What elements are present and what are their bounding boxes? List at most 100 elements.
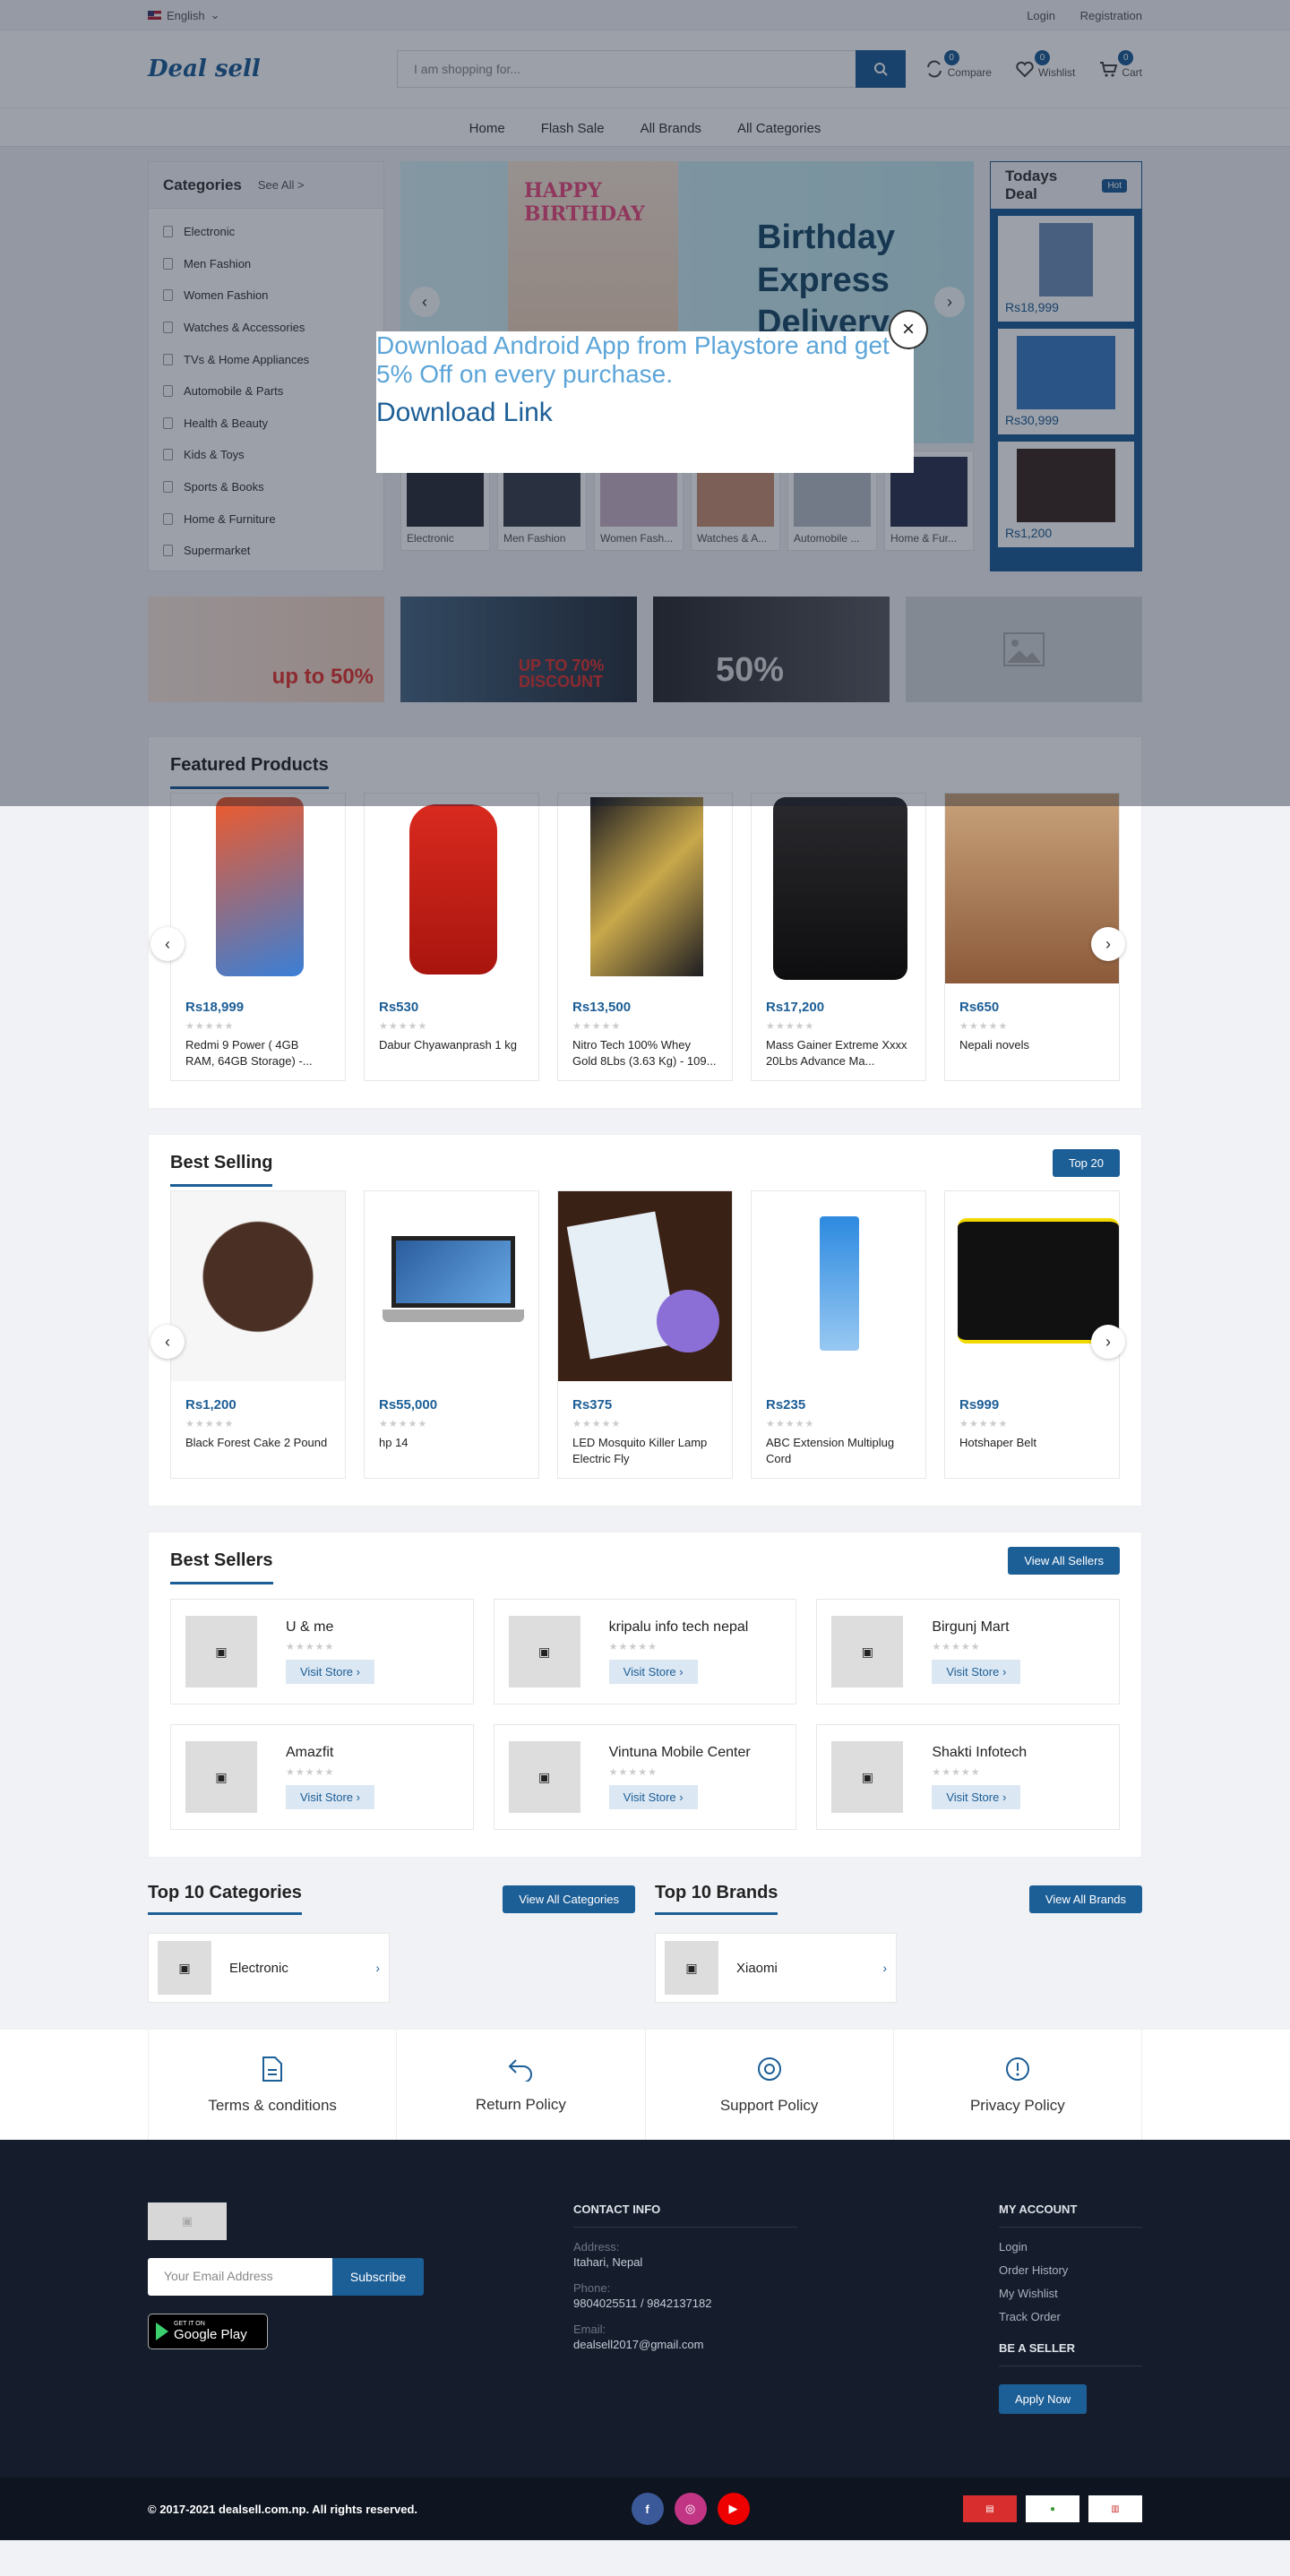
visit-store-button[interactable]: Visit Store › — [608, 1785, 698, 1809]
email-label: Email: — [573, 2323, 606, 2336]
chevron-right-icon: › — [1105, 934, 1111, 953]
product-name: ABC Extension Multiplug Cord — [766, 1436, 895, 1465]
track-order-link[interactable]: Track Order — [999, 2310, 1142, 2323]
subscribe-button[interactable]: Subscribe — [332, 2258, 424, 2296]
product-image — [171, 1191, 345, 1381]
product-price: Rs530 — [379, 1000, 419, 1015]
return-policy-link[interactable]: Return Policy — [396, 2030, 644, 2140]
view-all-sellers-button[interactable]: View All Sellers — [1008, 1546, 1120, 1575]
product-card[interactable]: Rs17,200 ★★★★★ Mass Gainer Extreme Xxxx 20… — [751, 793, 926, 1081]
product-price: Rs235 — [766, 1397, 806, 1413]
rating-stars: ★★★★★ — [959, 1419, 1009, 1430]
chevron-right-icon: › — [882, 1961, 887, 1975]
chevron-left-icon: ‹ — [165, 934, 170, 953]
gplay-small-text: GET IT ON — [174, 2321, 205, 2327]
google-play-badge[interactable]: GET IT ON Google Play — [148, 2314, 268, 2349]
top-category-card[interactable]: ▣ Electronic › — [148, 1933, 390, 2003]
instagram-icon[interactable]: ◎ — [674, 2493, 707, 2525]
visit-store-button[interactable]: Visit Store › — [932, 1785, 1021, 1809]
seller-card[interactable]: ▣ Shakti Infotech ★★★★★ Visit Store › — [816, 1724, 1120, 1830]
download-link[interactable]: Download Link — [376, 398, 914, 428]
seller-card[interactable]: ▣ Birgunj Mart ★★★★★ Visit Store › — [816, 1599, 1120, 1704]
footer-bottom: © 2017-2021 dealsell.com.np. All rights … — [0, 2477, 1290, 2540]
seller-name: Vintuna Mobile Center — [608, 1745, 751, 1760]
carousel-next-button[interactable]: › — [1091, 1325, 1125, 1359]
product-card[interactable]: Rs18,999 ★★★★★ Redmi 9 Power ( 4GB RAM, 64… — [170, 793, 346, 1081]
facebook-icon[interactable]: f — [631, 2493, 664, 2525]
product-card[interactable]: Rs1,200 ★★★★★ Black Forest Cake 2 Pound — [170, 1190, 346, 1479]
product-image — [558, 1191, 732, 1381]
product-price: Rs13,500 — [572, 1000, 632, 1015]
product-card[interactable]: Rs530 ★★★★★ Dabur Chyawanprash 1 kg — [364, 793, 539, 1081]
top-categories-block: Top 10 Categories View All Categories ▣ El… — [148, 1883, 635, 2003]
product-name: Redmi 9 Power ( 4GB RAM, 64GB Storage) -… — [185, 1038, 313, 1068]
my-wishlist-link[interactable]: My Wishlist — [999, 2287, 1142, 2300]
product-card[interactable]: Rs55,000 ★★★★★ hp 14 — [364, 1190, 539, 1479]
rating-stars: ★★★★★ — [286, 1642, 335, 1653]
rating-stars: ★★★★★ — [185, 1419, 235, 1430]
image-placeholder-icon: ▣ — [185, 1741, 257, 1813]
policy-label: Privacy Policy — [969, 2096, 1065, 2114]
youtube-icon[interactable]: ▶ — [717, 2493, 750, 2525]
seller-name: kripalu info tech nepal — [608, 1619, 749, 1635]
product-card[interactable]: Rs13,500 ★★★★★ Nitro Tech 100% Whey Gold 8… — [557, 793, 733, 1081]
best-sellers-section: Best Sellers View All Sellers ▣ U & me ★★★★… — [148, 1532, 1142, 1858]
my-account-title: MY ACCOUNT — [999, 2202, 1142, 2228]
carousel-prev-button[interactable]: ‹ — [150, 1325, 185, 1359]
privacy-policy-link[interactable]: Privacy Policy — [892, 2030, 1142, 2140]
product-name: Dabur Chyawanprash 1 kg — [379, 1038, 517, 1052]
newsletter-email-input[interactable]: Your Email Address — [148, 2258, 332, 2296]
carousel-prev-button[interactable]: ‹ — [150, 927, 185, 961]
contact-title: CONTACT INFO — [573, 2202, 797, 2228]
product-image — [558, 794, 732, 983]
product-name: Nitro Tech 100% Whey Gold 8Lbs (3.63 Kg)… — [572, 1038, 717, 1068]
footer-login-link[interactable]: Login — [999, 2240, 1142, 2254]
view-all-categories-button[interactable]: View All Categories — [503, 1885, 635, 1913]
apply-now-button[interactable]: Apply Now — [999, 2384, 1088, 2414]
visit-store-button[interactable]: Visit Store › — [286, 1785, 374, 1809]
product-image — [945, 794, 1119, 983]
product-price: Rs1,200 — [185, 1397, 236, 1413]
terms-policy-link[interactable]: Terms & conditions — [148, 2030, 396, 2140]
policies-bar: Terms & conditions Return Policy Support… — [0, 2030, 1290, 2140]
footer: ▣ Your Email Address Subscribe GET IT ON… — [0, 2140, 1290, 2477]
seller-name: Birgunj Mart — [932, 1619, 1010, 1635]
phone-label: Phone: — [573, 2281, 611, 2295]
product-name: Hotshaper Belt — [959, 1436, 1036, 1449]
top-brand-card[interactable]: ▣ Xiaomi › — [655, 1933, 897, 2003]
product-card[interactable]: Rs235 ★★★★★ ABC Extension Multiplug Cord — [751, 1190, 926, 1479]
order-history-link[interactable]: Order History — [999, 2263, 1142, 2277]
rating-stars: ★★★★★ — [286, 1767, 335, 1778]
chevron-right-icon: › — [375, 1961, 380, 1975]
view-all-brands-button[interactable]: View All Brands — [1028, 1885, 1142, 1913]
carousel-next-button[interactable]: › — [1091, 927, 1125, 961]
footer-logo[interactable]: ▣ — [148, 2202, 227, 2240]
product-image — [171, 794, 345, 983]
product-card[interactable]: Rs375 ★★★★★ LED Mosquito Killer Lamp Elect… — [557, 1190, 733, 1479]
policy-label: Terms & conditions — [208, 2096, 337, 2114]
gplay-big-text: Google Play — [174, 2327, 247, 2342]
rating-stars: ★★★★★ — [766, 1021, 815, 1032]
product-name: hp 14 — [379, 1436, 408, 1449]
product-price: Rs18,999 — [185, 1000, 245, 1015]
chevron-left-icon: ‹ — [165, 1332, 170, 1351]
seller-card[interactable]: ▣ Amazfit ★★★★★ Visit Store › — [170, 1724, 474, 1830]
visit-store-button[interactable]: Visit Store › — [608, 1660, 698, 1684]
section-title: Best Sellers — [170, 1550, 273, 1584]
seller-card[interactable]: ▣ kripalu info tech nepal ★★★★★ Visit Store… — [493, 1599, 797, 1704]
product-name: Nepali novels — [959, 1038, 1030, 1052]
seller-name: U & me — [286, 1619, 334, 1635]
visit-store-button[interactable]: Visit Store › — [932, 1660, 1021, 1684]
chevron-right-icon: › — [1105, 1332, 1111, 1351]
lifebuoy-icon — [757, 2057, 781, 2081]
visit-store-label: Visit Store — [623, 1665, 676, 1679]
visit-store-button[interactable]: Visit Store › — [286, 1660, 374, 1684]
top-20-button[interactable]: Top 20 — [1052, 1148, 1120, 1177]
modal-close-button[interactable]: × — [889, 310, 928, 349]
seller-card[interactable]: ▣ Vintuna Mobile Center ★★★★★ Visit Store › — [493, 1724, 797, 1830]
support-policy-link[interactable]: Support Policy — [644, 2030, 893, 2140]
google-play-icon — [156, 2323, 168, 2340]
modal-message: Download Android App from Playstore and … — [376, 331, 890, 389]
seller-card[interactable]: ▣ U & me ★★★★★ Visit Store › — [170, 1599, 474, 1704]
product-image — [945, 1191, 1119, 1381]
